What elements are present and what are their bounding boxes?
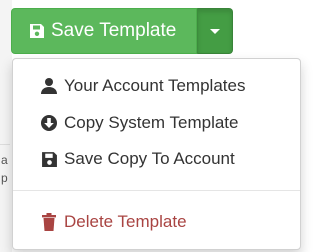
menu-item-save-copy-to-account[interactable]: Save Copy To Account bbox=[13, 144, 300, 174]
page-divider-line bbox=[0, 144, 10, 145]
floppy-disk-icon bbox=[29, 23, 45, 39]
caret-down-icon bbox=[210, 28, 220, 34]
screenshot-stage: a p Save Template Your Account Templates… bbox=[0, 0, 301, 252]
menu-item-label: Delete Template bbox=[64, 212, 187, 231]
menu-divider bbox=[13, 190, 300, 191]
save-template-split-button: Save Template bbox=[11, 8, 233, 54]
background-text-fragment: a bbox=[1, 153, 8, 167]
dropdown-toggle-button[interactable] bbox=[197, 8, 233, 54]
trash-icon bbox=[40, 213, 58, 231]
menu-item-label: Your Account Templates bbox=[64, 76, 246, 95]
floppy-disk-icon bbox=[40, 150, 58, 168]
circle-arrow-down-icon bbox=[40, 114, 58, 132]
background-text-fragment: p bbox=[1, 171, 8, 185]
save-template-button[interactable]: Save Template bbox=[11, 8, 197, 54]
template-dropdown-menu: Your Account Templates Copy System Templ… bbox=[12, 58, 301, 250]
user-icon bbox=[40, 77, 58, 95]
menu-item-delete-template[interactable]: Delete Template bbox=[13, 207, 300, 237]
menu-item-label: Save Copy To Account bbox=[64, 149, 235, 168]
menu-item-label: Copy System Template bbox=[64, 113, 239, 132]
menu-item-copy-system-template[interactable]: Copy System Template bbox=[13, 108, 300, 138]
menu-item-your-account-templates[interactable]: Your Account Templates bbox=[13, 71, 300, 101]
save-template-label: Save Template bbox=[51, 20, 177, 41]
